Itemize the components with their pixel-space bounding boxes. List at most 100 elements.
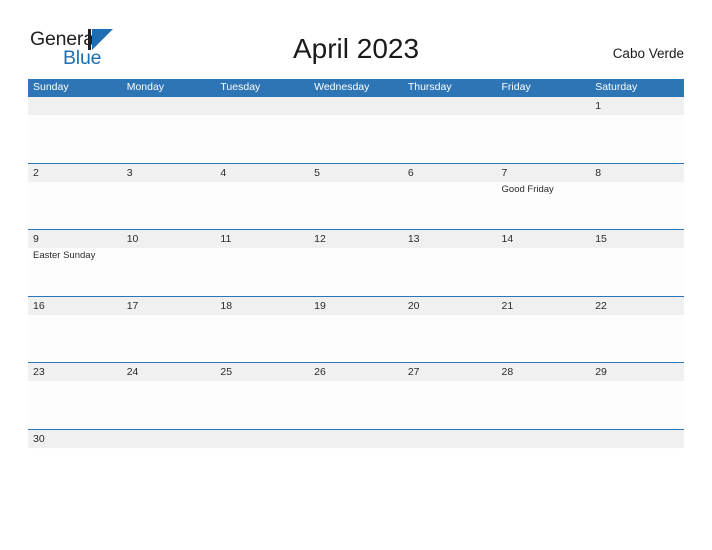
day-number	[127, 430, 216, 448]
day-cell[interactable]: 2	[28, 164, 122, 230]
day-cell[interactable]	[497, 97, 591, 163]
calendar-grid: Sunday Monday Tuesday Wednesday Thursday…	[28, 79, 684, 449]
day-cell[interactable]: 1	[590, 97, 684, 163]
day-number: 14	[501, 233, 514, 245]
day-number: 5	[314, 166, 320, 179]
day-number	[595, 430, 684, 448]
day-cell[interactable]	[309, 97, 403, 163]
day-number	[502, 430, 591, 448]
day-cell[interactable]: 22	[590, 297, 684, 363]
day-cell[interactable]	[403, 97, 497, 163]
day-number	[408, 97, 497, 115]
day-number: 20	[407, 299, 420, 312]
day-number: 8	[595, 166, 602, 179]
day-cell[interactable]: 12	[309, 230, 403, 296]
day-number	[127, 97, 216, 115]
day-header-thursday: Thursday	[407, 81, 452, 93]
day-number: 13	[407, 233, 420, 245]
day-cell[interactable]: 6	[403, 164, 497, 230]
day-number: 24	[126, 366, 139, 378]
day-of-week-header-row: Sunday Monday Tuesday Wednesday Thursday…	[28, 79, 684, 96]
day-cell[interactable]: 4	[215, 164, 309, 230]
day-header-monday: Monday	[126, 81, 165, 93]
day-cell[interactable]	[590, 430, 684, 449]
day-cell[interactable]: 17	[122, 297, 216, 363]
day-number: 6	[407, 166, 414, 179]
day-cell[interactable]: 25	[215, 363, 309, 429]
day-number: 30	[33, 432, 45, 445]
day-header-tuesday: Tuesday	[220, 81, 261, 93]
day-number: 16	[33, 299, 45, 312]
day-cell[interactable]: 5	[309, 164, 403, 230]
page-title: April 2023	[292, 33, 420, 64]
day-cell[interactable]: 18	[215, 297, 309, 363]
day-number	[33, 97, 122, 115]
day-cell[interactable]	[309, 430, 403, 449]
day-number: 4	[220, 166, 227, 179]
day-cell[interactable]: 21	[497, 297, 591, 363]
day-cell[interactable]: 19	[309, 297, 403, 363]
day-number: 12	[314, 233, 326, 245]
day-number: 29	[595, 366, 607, 378]
day-cell[interactable]: 29	[590, 363, 684, 429]
day-cell[interactable]	[28, 97, 122, 163]
day-cell[interactable]: 3	[122, 164, 216, 230]
day-number: 25	[220, 366, 233, 378]
day-cell[interactable]	[122, 430, 216, 449]
day-header-sunday: Sunday	[33, 81, 69, 93]
day-cell[interactable]	[122, 97, 216, 163]
calendar-week-row: 23 24 25 26 27 28 29	[28, 362, 684, 429]
day-number: 27	[407, 366, 420, 378]
day-cell[interactable]	[215, 430, 309, 449]
calendar-week-row: 16 17 18 19 20 21 22	[28, 295, 684, 363]
day-number: 28	[501, 366, 514, 378]
day-number: 18	[220, 299, 233, 312]
day-header-wednesday: Wednesday	[314, 81, 370, 93]
day-number: 22	[595, 299, 607, 312]
day-cell[interactable]	[497, 430, 591, 449]
day-number: 19	[314, 299, 326, 312]
day-number: 7	[501, 166, 508, 179]
day-event: Easter Sunday	[33, 250, 96, 261]
day-number: 23	[33, 366, 45, 378]
day-cell[interactable]: 20	[403, 297, 497, 363]
day-number: 17	[126, 299, 139, 312]
day-cell[interactable]: 14	[497, 230, 591, 296]
day-number	[220, 430, 309, 448]
day-cell[interactable]	[403, 430, 497, 449]
day-number: 1	[595, 100, 602, 112]
day-number: 11	[220, 233, 232, 245]
day-number	[314, 430, 403, 448]
day-cell[interactable]: 7 Good Friday	[497, 164, 591, 230]
day-header-saturday: Saturday	[595, 81, 638, 93]
day-number: 3	[126, 166, 133, 179]
day-number	[220, 97, 309, 115]
day-cell[interactable]: 30	[28, 430, 122, 449]
day-header-friday: Friday	[501, 81, 531, 93]
page-header: General Blue April 2023 Cabo Verde	[28, 26, 684, 74]
region-label: Cabo Verde	[612, 46, 684, 61]
day-number: 2	[33, 166, 39, 179]
day-number: 21	[501, 299, 514, 312]
day-cell[interactable]	[215, 97, 309, 163]
day-cell[interactable]: 23	[28, 363, 122, 429]
day-cell[interactable]: 10	[122, 230, 216, 296]
day-cell[interactable]: 16	[28, 297, 122, 363]
day-cell[interactable]: 8	[590, 164, 684, 230]
calendar-week-row: 30	[28, 428, 684, 449]
day-cell[interactable]: 28	[497, 363, 591, 429]
day-number: 9	[33, 233, 39, 245]
day-number	[314, 97, 403, 115]
day-event: Good Friday	[501, 183, 554, 195]
day-number	[408, 430, 497, 448]
day-number	[502, 97, 591, 115]
day-cell[interactable]: 27	[403, 363, 497, 429]
calendar-week-row: 1	[28, 96, 684, 163]
day-cell[interactable]: 13	[403, 230, 497, 296]
day-cell[interactable]: 24	[122, 363, 216, 429]
day-cell[interactable]: 26	[309, 363, 403, 429]
day-cell[interactable]: 9 Easter Sunday	[28, 230, 122, 296]
day-cell[interactable]: 11	[215, 230, 309, 296]
day-cell[interactable]: 15	[590, 230, 684, 296]
calendar-week-row: 2 3 4 5 6 7 Good Friday 8	[28, 162, 684, 230]
